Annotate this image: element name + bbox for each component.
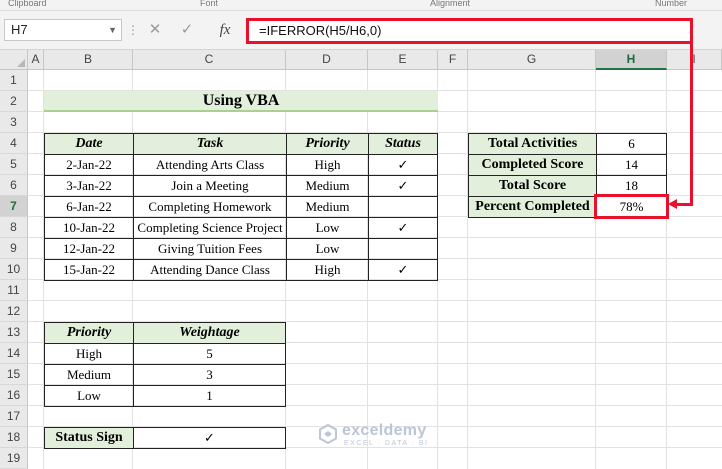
row-header-5[interactable]: 5 xyxy=(0,154,28,175)
task-priority-cell[interactable]: Medium xyxy=(286,175,369,197)
row-header-18[interactable]: 18 xyxy=(0,427,28,448)
row-header-7[interactable]: 7 xyxy=(0,196,28,217)
formula-text: =IFERROR(H5/H6,0) xyxy=(259,23,382,38)
row-header-11[interactable]: 11 xyxy=(0,280,28,301)
arrow-head-icon xyxy=(668,199,677,209)
task-status-cell[interactable] xyxy=(368,238,438,260)
watermark-tagline: EXCEL · DATA · BI xyxy=(344,440,429,447)
task-date-cell[interactable]: 3-Jan-22 xyxy=(44,175,134,197)
row-header-19[interactable]: 19 xyxy=(0,448,28,469)
column-header-d[interactable]: D xyxy=(286,50,368,70)
weight-header-priority[interactable]: Priority xyxy=(44,322,134,344)
row-header-2[interactable]: 2 xyxy=(0,91,28,112)
row-header-6[interactable]: 6 xyxy=(0,175,28,196)
selected-cell-highlight xyxy=(594,194,669,219)
column-header-e[interactable]: E xyxy=(368,50,438,70)
row-header-13[interactable]: 13 xyxy=(0,322,28,343)
table-header-date[interactable]: Date xyxy=(44,133,134,155)
ribbon-strip: Clipboard Font Alignment Number xyxy=(0,0,722,11)
task-status-cell[interactable]: ✓ xyxy=(368,154,438,176)
weight-value-cell[interactable]: 5 xyxy=(133,343,286,365)
summary-value-completed-score[interactable]: 14 xyxy=(596,154,667,176)
task-priority-cell[interactable]: Low xyxy=(286,238,369,260)
task-status-cell[interactable]: ✓ xyxy=(368,175,438,197)
row-header-14[interactable]: 14 xyxy=(0,343,28,364)
weight-priority-cell[interactable]: Low xyxy=(44,385,134,407)
chevron-down-icon[interactable]: ▼ xyxy=(108,20,117,40)
task-name-cell[interactable]: Join a Meeting xyxy=(133,175,287,197)
task-name-cell[interactable]: Completing Science Project xyxy=(133,217,287,239)
row-header-12[interactable]: 12 xyxy=(0,301,28,322)
select-all-button[interactable] xyxy=(0,50,28,70)
formula-input[interactable]: =IFERROR(H5/H6,0) xyxy=(246,18,693,44)
row-header-3[interactable]: 3 xyxy=(0,112,28,133)
formula-bar: H7 ▼ ⋮ ✕ ✓ fx =IFERROR(H5/H6,0) xyxy=(0,11,722,50)
column-header-a[interactable]: A xyxy=(28,50,44,70)
row-header-17[interactable]: 17 xyxy=(0,406,28,427)
task-priority-cell[interactable]: Low xyxy=(286,217,369,239)
summary-label-completed-score[interactable]: Completed Score xyxy=(468,154,597,176)
column-header-f[interactable]: F xyxy=(438,50,468,70)
status-sign-value[interactable]: ✓ xyxy=(133,427,286,449)
task-status-cell[interactable] xyxy=(368,196,438,218)
weight-value-cell[interactable]: 3 xyxy=(133,364,286,386)
page-title[interactable]: Using VBA xyxy=(44,91,438,112)
row-header-4[interactable]: 4 xyxy=(0,133,28,154)
column-header-h[interactable]: H xyxy=(596,50,667,70)
task-date-cell[interactable]: 12-Jan-22 xyxy=(44,238,134,260)
task-status-cell[interactable]: ✓ xyxy=(368,259,438,281)
table-header-status[interactable]: Status xyxy=(368,133,438,155)
exceldemy-logo-icon xyxy=(319,424,337,444)
close-icon[interactable]: ✕ xyxy=(142,19,168,41)
task-priority-cell[interactable]: High xyxy=(286,259,369,281)
row-header-1[interactable]: 1 xyxy=(0,70,28,91)
summary-label-total-activities[interactable]: Total Activities xyxy=(468,133,597,155)
row-header-15[interactable]: 15 xyxy=(0,364,28,385)
fx-icon: fx xyxy=(219,22,231,38)
task-name-cell[interactable]: Giving Tuition Fees xyxy=(133,238,287,260)
task-name-cell[interactable]: Completing Homework xyxy=(133,196,287,218)
task-date-cell[interactable]: 6-Jan-22 xyxy=(44,196,134,218)
task-date-cell[interactable]: 15-Jan-22 xyxy=(44,259,134,281)
name-box-value: H7 xyxy=(11,22,28,37)
ribbon-group-number[interactable]: Number xyxy=(655,0,687,8)
arrow-connector-horizontal xyxy=(676,203,693,206)
weight-priority-cell[interactable]: High xyxy=(44,343,134,365)
row-header-9[interactable]: 9 xyxy=(0,238,28,259)
task-date-cell[interactable]: 2-Jan-22 xyxy=(44,154,134,176)
insert-function-button[interactable]: fx xyxy=(212,19,238,41)
ribbon-group-font[interactable]: Font xyxy=(200,0,218,8)
check-icon[interactable]: ✓ xyxy=(174,19,200,41)
summary-value-total-activities[interactable]: 6 xyxy=(596,133,667,155)
status-sign-label[interactable]: Status Sign xyxy=(44,427,134,449)
column-header-g[interactable]: G xyxy=(468,50,596,70)
task-name-cell[interactable]: Attending Arts Class xyxy=(133,154,287,176)
worksheet-grid[interactable]: A B C D E F G H I 1 2 3 4 5 6 7 8 9 10 1… xyxy=(0,33,722,469)
weight-header-weightage[interactable]: Weightage xyxy=(133,322,286,344)
ribbon-group-clipboard[interactable]: Clipboard xyxy=(8,0,47,8)
weight-value-cell[interactable]: 1 xyxy=(133,385,286,407)
row-header-8[interactable]: 8 xyxy=(0,217,28,238)
ribbon-group-alignment[interactable]: Alignment xyxy=(430,0,470,8)
column-header-c[interactable]: C xyxy=(133,50,286,70)
column-header-i[interactable]: I xyxy=(667,50,722,70)
arrow-connector-vertical xyxy=(690,33,693,206)
summary-label-total-score[interactable]: Total Score xyxy=(468,175,597,197)
exceldemy-watermark: exceldemy EXCEL · DATA · BI xyxy=(318,422,438,456)
watermark-name: exceldemy xyxy=(342,422,427,439)
task-priority-cell[interactable]: High xyxy=(286,154,369,176)
name-box[interactable]: H7 ▼ xyxy=(4,19,122,41)
summary-label-percent-completed[interactable]: Percent Completed xyxy=(468,196,597,218)
weight-priority-cell[interactable]: Medium xyxy=(44,364,134,386)
row-header-16[interactable]: 16 xyxy=(0,385,28,406)
task-priority-cell[interactable]: Medium xyxy=(286,196,369,218)
task-date-cell[interactable]: 10-Jan-22 xyxy=(44,217,134,239)
task-name-cell[interactable]: Attending Dance Class xyxy=(133,259,287,281)
table-header-priority[interactable]: Priority xyxy=(286,133,369,155)
row-header-10[interactable]: 10 xyxy=(0,259,28,280)
column-header-b[interactable]: B xyxy=(44,50,133,70)
task-status-cell[interactable]: ✓ xyxy=(368,217,438,239)
table-header-task[interactable]: Task xyxy=(133,133,287,155)
more-options-icon[interactable]: ⋮ xyxy=(127,23,140,37)
